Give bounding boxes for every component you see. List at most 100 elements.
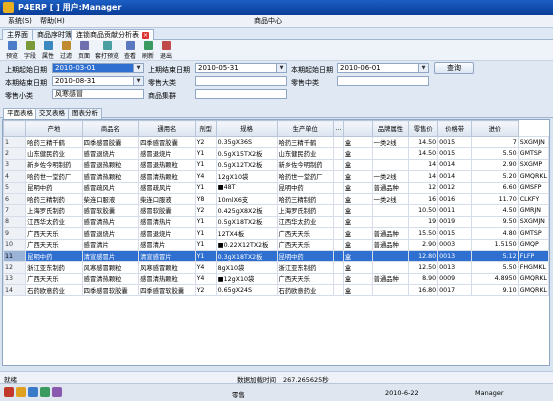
small-category-field[interactable]: 风寒感冒 [52,89,144,99]
row-number: 13 [3,272,27,286]
column-header[interactable]: 价格带 [437,120,473,137]
column-header[interactable]: 产地 [25,120,83,137]
product-set-label: 商品集群 [148,92,176,100]
table-cell: 山东健民药业 [25,147,83,160]
table-row[interactable]: 1 哈药三精千鹤 四季感冒胶囊 四季感冒胶囊 Y2 0.35gX36S 哈药三精千鹤盒一类2… [3,135,549,149]
attribute-button[interactable]: 属性 [40,41,56,60]
column-header[interactable]: 规格 [215,120,278,137]
table-row[interactable]: 7 上海罗氏制药 感冒软胶囊 感冒软胶囊 Y2 0.425gX8X2板 上海罗氏制药盒 10.… [3,204,549,217]
preview-button[interactable]: 预览 [4,41,20,60]
prev-end-date-field[interactable]: 2010-05-31 ▼ [195,63,287,73]
taskbar-icon[interactable] [16,387,26,397]
tab-cross-table[interactable]: 交叉表格 [35,108,69,119]
table-cell: GMQRKL [517,170,549,183]
product-set-field[interactable] [195,89,287,99]
start-date-field[interactable]: 2010-03-01 ▼ [52,63,144,73]
table-cell: 12TX4板 [215,227,278,240]
table-cell [332,227,344,240]
table-row[interactable]: 2 山东健民药业 感冒退烧片 感冒退烧片 Y1 0.5gX15TX2板 山东健民药业盒 14.… [3,147,549,160]
tab-flat-table[interactable]: 平面表格 [3,108,37,119]
mid-category-field[interactable] [337,76,429,86]
table-cell: 感冒软胶囊 [138,204,196,217]
view-button[interactable]: 查看 [122,41,138,60]
table-row[interactable]: 9 广西天天乐 感冒退烧片 感冒退烧片 Y1 12TX4板 广西天天乐盒普通品种 15.50 0… [3,227,549,240]
column-header[interactable]: 通用名 [138,120,196,137]
table-cell: 盒 [342,204,373,217]
table-cell: Y1 [194,181,217,194]
taskbar-icon[interactable] [52,387,62,397]
table-cell: 16.80 [408,284,439,297]
table-cell: 江西华太药业 [276,215,334,229]
menu-help[interactable]: 帮助(H) [40,16,65,26]
menu-bar: 系统(S) 帮助(H) 商品中心 [0,15,553,28]
table-row[interactable]: 4 哈药世一堂药厂 感冒清热颗粒 感冒清热颗粒 Y4 12gX10袋 哈药世一堂药厂盒一类2… [3,170,549,183]
page-button[interactable]: 页面 [76,41,92,60]
big-category-field[interactable] [195,76,287,86]
chevron-down-icon[interactable]: ▼ [418,64,428,72]
table-cell: 1.5150 [471,238,519,251]
table-cell: Y8 [194,192,217,206]
table-cell: 感冒清热片 [81,215,140,229]
taskbar-icon[interactable] [40,387,50,397]
column-header[interactable]: 品牌属性 [371,120,410,137]
table-cell: 四季感冒软胶囊 [81,284,140,297]
table-row[interactable]: 10 广西天天乐 感冒清片 感冒清片 Y1 ■0.22X12TX2板 广西天天乐盒普通品种 2… [3,238,549,251]
taskbar-icon[interactable] [4,387,14,397]
chevron-down-icon[interactable]: ▼ [133,77,143,85]
table-cell: 盒 [342,215,373,229]
table-row[interactable]: 3 新乡佐今明制药 感冒退热颗粒 感冒退热颗粒 Y1 0.5gX12TX2板 新乡佐今明制药… [3,158,549,172]
table-cell: 0009 [437,272,473,286]
table-cell: 12 [408,181,439,194]
table-cell: 14 [408,158,439,172]
table-cell: Y4 [194,261,217,274]
row-number: 9 [3,227,27,240]
column-header[interactable]: ... [332,120,344,137]
cur-end-date-field[interactable]: 2010-08-31 ▼ [52,76,144,86]
table-row[interactable]: 11 昆明中药 清宣感冒片 清宣感冒片 Y1 0.3gX18TX2板 昆明中药盒 12.80 0… [3,249,549,263]
column-header[interactable]: 剂型 [194,120,217,137]
column-header[interactable]: 零售价 [408,120,439,137]
row-number: 5 [3,181,27,194]
refresh-button[interactable]: 刷新 [140,41,156,60]
cur-start-date-field[interactable]: 2010-06-01 ▼ [337,63,429,73]
chevron-down-icon[interactable]: ▼ [276,64,286,72]
table-row[interactable]: 8 江西华太药业 感冒清热片 感冒清热片 Y1 0.5gX18TX2板 江西华太药业盒 19 0… [3,215,549,229]
tab-chart-analysis[interactable]: 图表分析 [68,108,102,119]
menu-product-center[interactable]: 商品中心 [254,16,282,26]
column-header[interactable]: 进价 [471,120,519,137]
column-header[interactable] [342,120,373,137]
row-number: 6 [3,192,27,206]
chevron-down-icon[interactable]: ▼ [133,64,143,72]
table-cell: 盒 [342,181,373,194]
exit-button[interactable]: 退出 [158,41,174,60]
table-cell: 昆明中药 [276,181,334,194]
table-cell: Y1 [194,238,217,251]
filter-button[interactable]: 过滤 [58,41,74,60]
table-cell: 盒 [342,227,373,240]
table-cell: 4.80 [471,227,519,240]
table-row[interactable]: 14 石药欧意药业 四季感冒软胶囊 四季感冒软胶囊 Y2 0.65gX24S 石药欧意药业盒… [3,284,549,297]
field-button[interactable]: 字段 [22,41,38,60]
menu-system[interactable]: 系统(S) [8,16,32,26]
table-cell: 哈药世一堂药厂 [276,170,334,183]
table-row[interactable]: 12 浙江亚东制药 风寒感冒颗粒 风寒感冒颗粒 Y4 8gX10袋 浙江亚东制药盒 12.50… [3,261,549,274]
table-cell: 一类2线 [371,135,410,149]
close-icon[interactable]: × [142,32,149,39]
taskbar-icon[interactable] [28,387,38,397]
table-row[interactable]: 5 昆明中药 感冒疏风片 感冒疏风片 Y1 ■48T 昆明中药盒普通品种 12 0012 6.60… [3,181,549,194]
print-preview-button[interactable]: 套打预览 [94,41,120,60]
table-cell: 5.20 [471,170,519,183]
table-row[interactable]: 13 广西天天乐 感冒清热颗粒 感冒清热颗粒 Y4 ■12gX10袋 广西天天乐盒普通品种 8… [3,272,549,286]
table-cell [332,284,344,297]
table-cell: 风寒感冒颗粒 [138,261,196,274]
column-header[interactable]: 商品名 [81,120,140,137]
table-cell: 0015 [437,135,473,149]
query-button[interactable]: 查询 [434,62,474,74]
table-row[interactable]: 6 哈药三精制药 柴连口服液 柴连口服液 Y8 10mlX6支 哈药三精制药盒一类2线 16 0… [3,192,549,206]
table-cell: 四季感冒胶囊 [138,135,196,149]
data-grid[interactable]: 产地 商品名 通用名 剂型 规格 生产单位 ... 品牌属性 零售价 价格带 进… [2,119,550,366]
column-header[interactable]: 生产单位 [276,120,334,137]
table-cell: 广西天天乐 [276,238,334,251]
table-cell: 0014 [437,170,473,183]
table-cell: 8gX10袋 [215,261,278,274]
